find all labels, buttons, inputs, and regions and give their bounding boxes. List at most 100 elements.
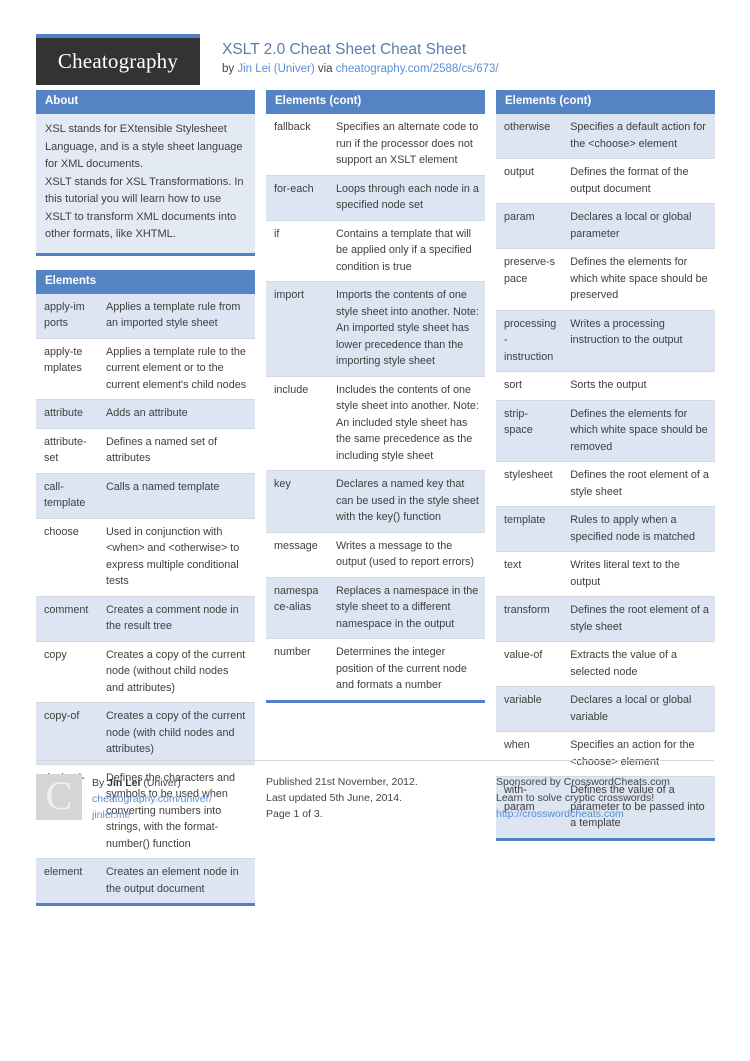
author-by-label: By [92, 777, 108, 789]
element-desc-cell: Declares a named key that can be used in… [328, 470, 485, 533]
personal-url-link[interactable]: jinlei.me [92, 809, 131, 821]
about-paragraph: XSLT stands for XSL Transformations. In … [45, 175, 244, 241]
table-row: include Includes the contents of one styl… [266, 376, 485, 471]
element-name-cell: if [266, 220, 328, 282]
author-link[interactable]: Jin Lei (Univer) [237, 63, 314, 75]
table-row: sort Sorts the output [496, 371, 715, 401]
table-row: apply-te mplates Applies a template rule … [36, 338, 255, 400]
element-desc-cell: Defines the elements for which white spa… [562, 400, 715, 462]
author-block: C By Jin Lei (Univer) cheatography.com/u… [36, 774, 255, 823]
elements-cont-3-table: otherwise Specifies a default action for … [496, 114, 715, 838]
element-name-cell: strip-space [496, 400, 563, 462]
table-row: template Rules to apply when a specified … [496, 506, 715, 552]
element-desc-cell: Declares a local or global parameter [562, 203, 715, 249]
table-row: param Declares a local or global paramete… [496, 203, 715, 249]
profile-url-link[interactable]: cheatography.com/univer/ [92, 793, 212, 805]
element-desc-cell: Defines a named set of attributes [98, 428, 255, 474]
element-desc-cell: Rules to apply when a specified node is … [562, 506, 715, 552]
column-3: Elements (cont) otherwise Specifies a def… [496, 90, 715, 855]
element-desc-cell: Creates a comment node in the result tre… [98, 596, 255, 642]
element-name-cell: value-of [496, 641, 563, 687]
published-date: Published 21st November, 2012. [266, 776, 418, 788]
element-desc-cell: Creates a copy of the current node (with… [98, 641, 255, 703]
element-name-cell: import [266, 281, 328, 377]
block-title-elements-cont-2: Elements (cont) [266, 90, 485, 114]
element-name-cell: apply-te mplates [36, 338, 98, 400]
element-name-cell: template [496, 506, 563, 552]
author-meta: By Jin Lei (Univer) cheatography.com/uni… [92, 774, 212, 823]
title-block: XSLT 2.0 Cheat Sheet Cheat Sheet by Jin … [200, 34, 499, 77]
table-row: copy-of Creates a copy of the current nod… [36, 702, 255, 765]
author-suffix: (Univer) [140, 777, 181, 789]
element-name-cell: stylesheet [496, 461, 563, 507]
element-desc-cell: Creates an element node in the output do… [98, 858, 255, 903]
about-paragraph: XSL stands for EXtensible Stylesheet Lan… [45, 123, 243, 170]
page-footer: C By Jin Lei (Univer) cheatography.com/u… [36, 760, 714, 823]
table-row: strip-space Defines the elements for whic… [496, 400, 715, 462]
cheatography-logo[interactable]: Cheatography [36, 34, 200, 85]
element-desc-cell: Used in conjunction with <when> and <oth… [98, 518, 255, 597]
element-desc-cell: Defines the root element of a style shee… [562, 461, 715, 507]
element-desc-cell: Determines the integer position of the c… [336, 646, 467, 691]
table-row: stylesheet Defines the root element of a … [496, 461, 715, 507]
author-name: Jin Lei [107, 777, 141, 789]
page-header: Cheatography XSLT 2.0 Cheat Sheet Cheat … [36, 0, 714, 85]
sponsor-line: Sponsored by CrosswordCheats.com [496, 774, 715, 790]
table-row: attribute Adds an attribute [36, 399, 255, 429]
element-desc-cell: Defines the format of the output documen… [562, 158, 715, 204]
element-desc-cell: Sorts the output [562, 371, 715, 401]
element-name-cell: transform [496, 596, 563, 642]
table-row: copy Creates a copy of the current node (… [36, 641, 255, 703]
element-name-cell: element [36, 858, 98, 903]
byline-via: via [314, 63, 336, 75]
avatar: C [36, 774, 82, 820]
element-name-cell: choose [36, 518, 98, 597]
table-row: number Determines the integer position of… [266, 639, 485, 700]
cheat-sheet-page: Cheatography XSLT 2.0 Cheat Sheet Cheat … [0, 0, 750, 1061]
element-desc-cell: Specifies an alternate code to run if th… [328, 114, 485, 176]
element-desc-cell: Specifies a default action for the <choo… [562, 114, 715, 159]
element-name-cell: fallback [266, 114, 328, 176]
element-desc-cell: Defines the root element of a style shee… [562, 596, 715, 642]
page-number: Page 1 of 3. [266, 808, 323, 820]
table-row: attribute-set Defines a named set of attr… [36, 428, 255, 474]
source-url-link[interactable]: cheatography.com/2588/cs/673/ [336, 63, 499, 75]
table-row: fallback Specifies an alternate code to r… [266, 114, 485, 176]
element-desc-cell: Declares a local or global variable [562, 686, 715, 732]
element-name-cell: variable [496, 686, 563, 732]
block-title-about: About [36, 90, 255, 114]
block-elements-cont-3: Elements (cont) otherwise Specifies a def… [496, 90, 715, 841]
element-desc-cell: Creates a copy of the current node (with… [98, 702, 255, 765]
element-name-cell: apply-im ports [36, 293, 98, 339]
sponsor-name: CrosswordCheats.com [563, 776, 670, 788]
table-row: call-template Calls a named template [36, 473, 255, 519]
element-name-cell: include [266, 376, 328, 471]
table-row: comment Creates a comment node in the res… [36, 596, 255, 642]
table-row: apply-im ports Applies a template rule fr… [36, 293, 255, 339]
sponsor-tagline: Learn to solve cryptic crosswords! [496, 792, 655, 804]
table-row: key Declares a named key that can be used… [266, 470, 485, 533]
block-elements-cont-2: Elements (cont) fallback Specifies an alt… [266, 90, 485, 703]
table-row: text Writes literal text to the output [496, 551, 715, 597]
element-desc-cell: Includes the contents of one style sheet… [328, 376, 485, 471]
element-name-cell: number [274, 646, 311, 658]
logo-text: Cheatography [57, 49, 179, 73]
block-title-elements-cont-3: Elements (cont) [496, 90, 715, 114]
element-desc-cell: Applies a template rule to the current e… [98, 338, 255, 400]
element-name-cell: preserve-s pace [496, 248, 563, 311]
element-desc-cell: Loops through each node in a specified n… [328, 175, 485, 221]
element-desc-cell: Writes literal text to the output [562, 551, 715, 597]
table-row: if Contains a template that will be appli… [266, 220, 485, 282]
table-row: variable Declares a local or global varia… [496, 686, 715, 732]
element-name-cell: for-each [266, 175, 328, 221]
table-row: transform Defines the root element of a s… [496, 596, 715, 642]
byline-prefix: by [222, 63, 238, 75]
element-name-cell: sort [496, 371, 563, 401]
element-name-cell: param [496, 203, 563, 249]
element-name-cell: attribute-set [36, 428, 98, 474]
sponsor-url-link[interactable]: http://crosswordcheats.com [496, 808, 624, 820]
table-row: preserve-s pace Defines the elements for … [496, 248, 715, 311]
element-desc-cell: Calls a named template [98, 473, 255, 519]
page-title: XSLT 2.0 Cheat Sheet Cheat Sheet [222, 41, 467, 58]
element-name-cell: output [496, 158, 563, 204]
